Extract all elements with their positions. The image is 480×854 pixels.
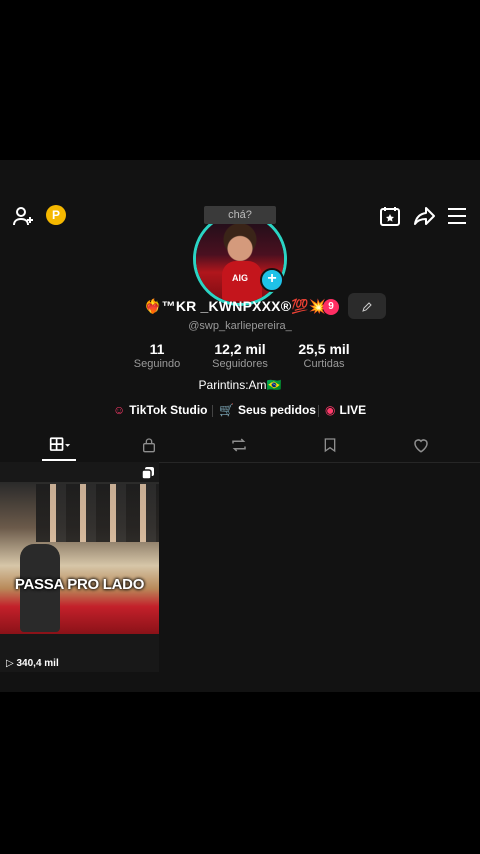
- video-caption: PASSA PRO LADO: [14, 576, 145, 593]
- stat-label: Curtidas: [303, 358, 345, 370]
- link-label: TikTok Studio: [129, 403, 208, 417]
- tiktok-studio-link[interactable]: ☺ TikTok Studio: [113, 403, 208, 417]
- video-thumbnail[interactable]: PASSA PRO LADO ▷ 340,4 mil: [0, 462, 159, 672]
- tab-grid[interactable]: [12, 430, 108, 462]
- link-label: Seus pedidos: [237, 403, 316, 417]
- name-prefix-emoji: ❤️‍🔥: [144, 298, 162, 314]
- divider: [212, 405, 213, 417]
- stat-following[interactable]: 11 Seguindo: [112, 341, 202, 370]
- calendar-star-icon[interactable]: [378, 204, 402, 228]
- avatar-shirt-logo: AIG: [232, 273, 249, 283]
- active-tab-indicator: [42, 459, 76, 461]
- edit-name-button[interactable]: [348, 293, 386, 319]
- stat-value: 11: [149, 341, 165, 357]
- tab-private[interactable]: [101, 430, 197, 462]
- add-story-plus-icon[interactable]: +: [260, 268, 284, 292]
- pencil-icon: [362, 301, 372, 312]
- display-name-text: ™KR _KWNPXXX®: [161, 298, 292, 314]
- video-views: ▷ 340,4 mil: [6, 658, 59, 669]
- person-plus-icon[interactable]: [12, 204, 36, 228]
- stat-label: Seguindo: [133, 358, 181, 370]
- link-label: LIVE: [339, 403, 367, 417]
- play-icon: ▷: [6, 658, 14, 669]
- multi-clip-icon: [142, 467, 154, 479]
- stat-label: Seguidores: [212, 358, 268, 370]
- stat-likes[interactable]: 25,5 mil Curtidas: [279, 341, 369, 370]
- bookmark-icon: [324, 438, 336, 453]
- bio-text: Parintins:Am🇧🇷: [198, 378, 282, 392]
- profile-screen: P AIG chá? + ❤️‍🔥™KR _KWNPXXX®💯💥 9 @swp_…: [0, 160, 480, 692]
- live-icon: ◉: [325, 403, 336, 417]
- stat-followers[interactable]: 12,2 mil Seguidores: [195, 341, 285, 370]
- tab-reposts[interactable]: [191, 430, 287, 462]
- stat-value: 12,2 mil: [214, 341, 266, 357]
- grid-icon: [49, 437, 71, 451]
- profile-links: ☺ TikTok Studio 🛒 Seus pedidos ◉ LIVE: [0, 403, 480, 421]
- share-arrow-icon[interactable]: [412, 204, 436, 228]
- tab-saved[interactable]: [282, 430, 378, 462]
- cart-icon: 🛒: [219, 403, 234, 417]
- tab-liked[interactable]: [373, 430, 469, 462]
- lock-icon: [143, 438, 155, 453]
- video-crowd: [36, 484, 159, 542]
- repost-icon: [232, 438, 246, 452]
- name-row: ❤️‍🔥™KR _KWNPXXX®💯💥 9: [0, 293, 480, 319]
- heart-icon: [414, 439, 428, 453]
- stat-value: 25,5 mil: [298, 341, 350, 357]
- studio-icon: ☺: [113, 403, 126, 417]
- orders-link[interactable]: 🛒 Seus pedidos: [219, 403, 316, 417]
- note-bubble[interactable]: chá?: [204, 206, 276, 224]
- divider: [318, 405, 319, 417]
- username: @swp_karliepereira_: [188, 320, 292, 332]
- display-name: ❤️‍🔥™KR _KWNPXXX®💯💥: [144, 298, 327, 315]
- live-link[interactable]: ◉ LIVE: [325, 403, 366, 417]
- coin-icon[interactable]: P: [46, 205, 66, 225]
- views-count: 340,4 mil: [16, 658, 59, 669]
- name-emoji: 💯💥: [291, 298, 327, 314]
- hamburger-menu-icon[interactable]: [445, 204, 469, 228]
- notification-badge: 9: [323, 299, 339, 315]
